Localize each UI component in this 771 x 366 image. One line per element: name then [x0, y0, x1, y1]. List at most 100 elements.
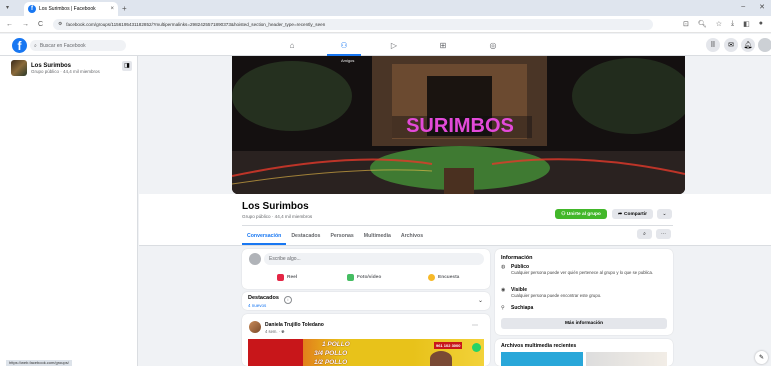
zoom-icon[interactable]: 🔍︎	[698, 20, 707, 28]
photo-video-button[interactable]: Foto/video	[347, 274, 381, 281]
minimize-button[interactable]: –	[741, 3, 745, 11]
marketplace-icon[interactable]: ⊞	[437, 40, 449, 51]
post-author-name[interactable]: Daniela Trujillo Toledano	[265, 322, 324, 328]
group-cover-photo[interactable]: SURIMBOS Amigos	[232, 56, 685, 194]
bookmark-star-icon[interactable]: ☆	[716, 20, 722, 28]
forward-button[interactable]: →	[22, 21, 29, 28]
globe-icon: ◍	[501, 264, 506, 270]
photo-video-label: Foto/video	[357, 275, 382, 280]
tab-conversacion[interactable]: Conversación	[242, 229, 287, 245]
tab-destacados[interactable]: Destacados	[286, 229, 325, 245]
sidepanel-icon[interactable]: ◧	[743, 20, 750, 28]
address-bar-row: ← → C ⚙ facebook.com/groups/115619543118…	[0, 16, 771, 33]
info-title: Información	[501, 255, 533, 261]
info-public-row: ◍ Público Cualquier persona puede ver qu…	[501, 264, 671, 276]
group-header	[139, 194, 771, 246]
left-sidebar	[0, 56, 138, 366]
account-avatar[interactable]	[758, 38, 771, 52]
groups-icon[interactable]: ⚇	[338, 40, 350, 51]
featured-section[interactable]	[242, 292, 490, 310]
site-info-icon[interactable]: ⚙	[58, 21, 62, 27]
post-time-text: 4 sem. ·	[265, 329, 282, 334]
info-location-heading: Suchiapa	[511, 305, 534, 311]
profile-icon[interactable]: ●	[759, 20, 763, 28]
reload-button[interactable]: C	[38, 21, 43, 28]
tab-close-icon[interactable]: ×	[110, 6, 114, 12]
cover-label: Amigos	[341, 58, 354, 63]
media-thumbnail[interactable]	[586, 352, 667, 366]
post-image-line-2: 3/4 POLLO	[314, 350, 348, 357]
tab-personas[interactable]: Personas	[325, 229, 358, 245]
share-icon: ➦	[618, 211, 623, 217]
tab-title: Los Surimbos | Facebook	[39, 6, 96, 12]
chevron-down-icon[interactable]: ⌄	[478, 297, 483, 304]
share-button[interactable]: ➦ Compartir	[612, 209, 653, 219]
group-search-button[interactable]: ⌕	[637, 229, 652, 239]
group-meta: Grupo público · 44,4 mil miembros	[242, 214, 313, 219]
reel-icon	[277, 274, 284, 281]
facebook-favicon-icon: f	[28, 5, 36, 13]
tab-list-icon[interactable]: ▾	[6, 4, 9, 11]
reel-label: Reel	[287, 275, 298, 280]
gaming-icon[interactable]: ◎	[487, 40, 499, 51]
info-public-text: Cualquier persona puede ver quién perten…	[511, 270, 654, 275]
cover-illustration: SURIMBOS Amigos	[232, 56, 685, 194]
recent-media-title: Archivos multimedia recientes	[501, 343, 577, 349]
facebook-logo[interactable]: f	[12, 38, 27, 53]
info-icon[interactable]: i	[284, 296, 292, 304]
home-icon[interactable]: ⌂	[286, 40, 298, 51]
sidebar-group-item[interactable]: Los Surimbos Grupo público · 44,4 mil mi…	[11, 60, 100, 76]
post-image-phone: 961 102 3000	[434, 342, 463, 349]
post-author-avatar[interactable]	[249, 321, 261, 333]
share-label: Compartir	[624, 211, 647, 217]
tab-multimedia[interactable]: Multimedia	[359, 229, 396, 245]
post-timestamp[interactable]: 4 sem. · 🌐︎	[265, 329, 285, 334]
eye-icon: ◉	[501, 287, 506, 293]
post-image-person	[430, 351, 452, 366]
ellipsis-icon: ⋯	[661, 231, 666, 237]
header-more-button[interactable]: ⌄	[657, 209, 672, 219]
featured-title: Destacados	[248, 295, 279, 301]
featured-new-count: 4 nuevos	[248, 303, 267, 308]
post-image[interactable]: 1 POLLO 3/4 POLLO 1/2 POLLO 961 102 3000	[248, 339, 484, 366]
watch-icon[interactable]: ▷	[388, 40, 400, 51]
search-icon: ⌕	[643, 231, 646, 237]
tab-archivos[interactable]: Archivos	[396, 229, 428, 245]
messenger-icon[interactable]: ✉	[724, 38, 738, 52]
url-field[interactable]: ⚙ facebook.com/groups/1156195431182852/?…	[53, 18, 654, 30]
notifications-icon[interactable]: 🔔︎	[741, 38, 755, 52]
group-thumbnail	[11, 60, 27, 76]
join-label: Unirte al grupo	[566, 211, 601, 217]
search-icon: ⌕	[34, 42, 37, 49]
info-location-row: ⚲ Suchiapa	[501, 305, 533, 311]
user-avatar[interactable]	[249, 253, 261, 265]
join-group-button[interactable]: ⚇ Unirte al grupo	[555, 209, 607, 219]
write-something-input[interactable]: Escribe algo...	[264, 253, 484, 265]
tabs-more-button[interactable]: ⋯	[656, 229, 671, 239]
more-info-button[interactable]: Más información	[501, 318, 667, 329]
whatsapp-icon	[472, 343, 481, 352]
status-bar-url: https://web.facebook.com/groups/	[6, 360, 72, 366]
post-options-icon[interactable]: ⋯	[472, 322, 478, 329]
search-placeholder: Buscar en Facebook	[39, 42, 86, 49]
new-tab-button[interactable]: +	[122, 4, 127, 13]
back-button[interactable]: ←	[6, 21, 13, 28]
media-thumbnail[interactable]	[501, 352, 583, 366]
url-text: facebook.com/groups/1156195431182852/?mu…	[66, 21, 326, 27]
facebook-search-input[interactable]: ⌕ Buscar en Facebook	[30, 40, 126, 51]
sidebar-toggle-icon[interactable]: ◨	[122, 61, 132, 71]
new-message-icon[interactable]: ✎	[755, 351, 768, 364]
menu-grid-icon[interactable]: ⠿	[706, 38, 720, 52]
info-visible-row: ◉ Visible Cualquier persona puede encont…	[501, 287, 601, 299]
chevron-down-icon: ⌄	[662, 211, 667, 217]
reel-button[interactable]: Reel	[277, 274, 297, 281]
close-window-button[interactable]: ✕	[759, 3, 765, 11]
info-visible-text: Cualquier persona puede encontrar este g…	[511, 293, 602, 298]
group-title[interactable]: Los Surimbos	[242, 201, 309, 212]
browser-tab[interactable]: f Los Surimbos | Facebook ×	[24, 2, 118, 16]
poll-button[interactable]: Encuesta	[428, 274, 459, 281]
translate-icon[interactable]: ⊡	[683, 20, 689, 28]
download-icon[interactable]: ⤓	[731, 20, 734, 28]
window-controls: – ✕	[741, 3, 765, 11]
poll-label: Encuesta	[438, 275, 460, 280]
